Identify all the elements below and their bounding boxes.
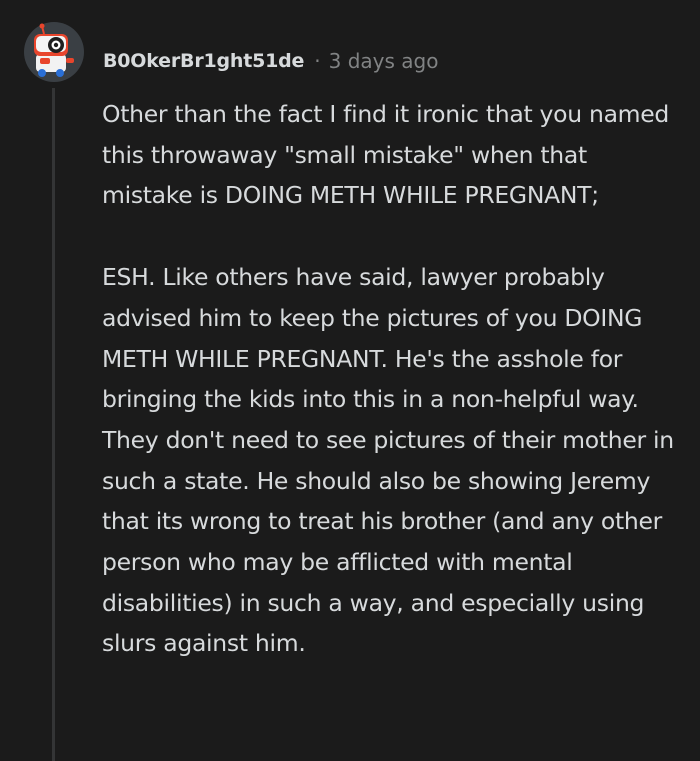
meta-separator: · bbox=[314, 49, 321, 73]
comment-body: Other than the fact I find it ironic tha… bbox=[102, 94, 682, 664]
thread-line[interactable] bbox=[52, 88, 55, 761]
comment-paragraph: Other than the fact I find it ironic tha… bbox=[102, 100, 670, 210]
comment: B0OkerBr1ght51de · 3 days ago Other than… bbox=[0, 0, 700, 761]
comment-meta: B0OkerBr1ght51de · 3 days ago bbox=[103, 44, 438, 78]
author-link[interactable]: B0OkerBr1ght51de bbox=[103, 50, 304, 72]
comment-timestamp[interactable]: 3 days ago bbox=[329, 49, 439, 73]
robot-avatar-icon[interactable] bbox=[22, 20, 86, 84]
comment-paragraph: ESH. Like others have said, lawyer proba… bbox=[102, 263, 674, 658]
